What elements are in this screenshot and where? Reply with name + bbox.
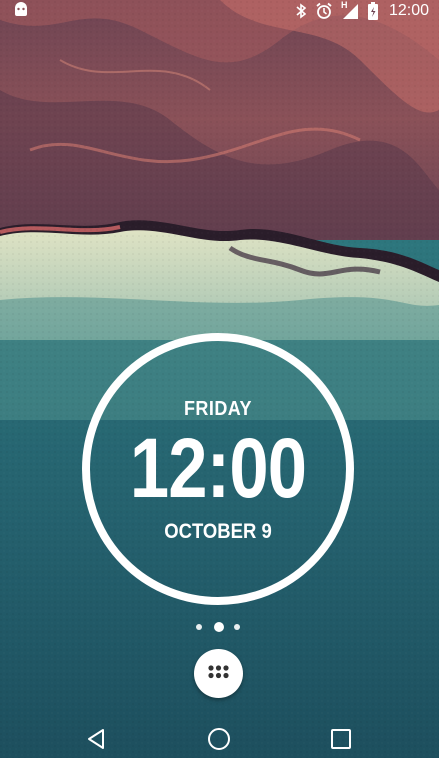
page-dot	[234, 624, 240, 630]
back-button[interactable]	[84, 726, 110, 752]
recents-icon	[331, 729, 351, 749]
recents-button[interactable]	[328, 726, 354, 752]
alarm-icon	[315, 2, 333, 20]
status-bar: H 12:00	[0, 0, 439, 22]
android-notification-icon	[12, 2, 30, 18]
clock-time: 12:00	[129, 421, 307, 515]
battery-icon	[367, 2, 379, 20]
home-icon	[208, 728, 230, 750]
page-indicator	[196, 620, 246, 634]
network-type-label: H	[340, 0, 348, 10]
page-dot	[196, 624, 202, 630]
clock-date: OCTOBER 9	[164, 520, 272, 543]
page-dot-active	[214, 622, 224, 632]
signal-icon: H	[340, 0, 359, 20]
navigation-bar	[0, 718, 439, 758]
bluetooth-icon	[295, 3, 307, 19]
app-drawer-button[interactable]	[194, 649, 243, 698]
back-icon	[88, 729, 104, 749]
status-time: 12:00	[388, 2, 429, 19]
clock-day: FRIDAY	[183, 398, 253, 420]
home-button[interactable]	[206, 726, 232, 752]
app-drawer-icon	[208, 665, 229, 679]
